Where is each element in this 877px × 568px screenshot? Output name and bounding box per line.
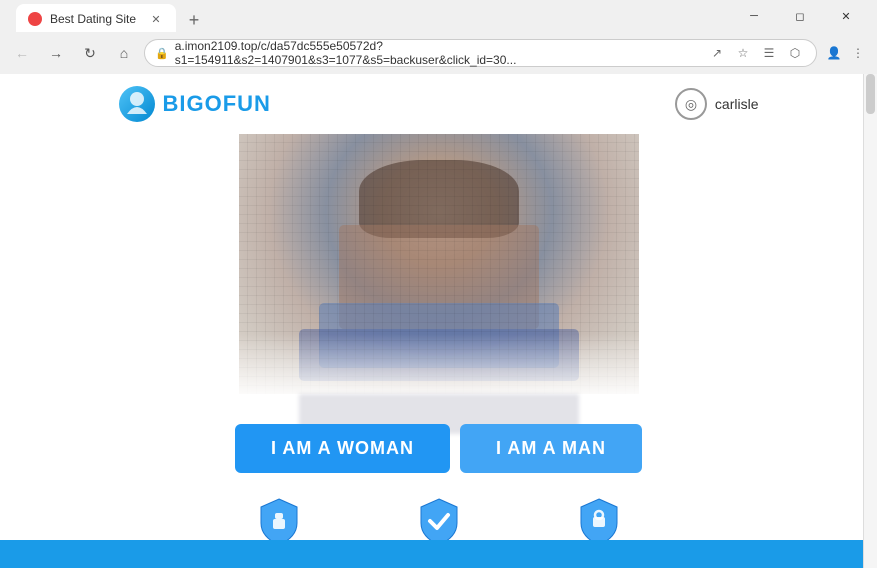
address-bar[interactable]: 🔒 a.imon2109.top/c/da57dc555e50572d?s1=1… xyxy=(144,39,817,67)
page-content: BIGOFUN ◎ carlisle xyxy=(0,74,877,568)
browser-tab[interactable]: Best Dating Site ✕ xyxy=(16,4,176,34)
address-bar-actions: ↗ ☆ ☰ ⬡ xyxy=(706,42,806,64)
bottom-cta-bar xyxy=(0,540,877,568)
new-tab-button[interactable]: + xyxy=(180,6,208,34)
tab-close-button[interactable]: ✕ xyxy=(148,11,164,27)
refresh-button[interactable]: ↻ xyxy=(76,39,104,67)
maximize-button[interactable]: ◻ xyxy=(777,0,823,32)
home-button[interactable]: ⌂ xyxy=(110,39,138,67)
browser-window: Best Dating Site ✕ + ─ ◻ ✕ ← → ↻ xyxy=(0,0,877,568)
user-info: ◎ carlisle xyxy=(675,88,759,120)
profile-button[interactable]: 👤 xyxy=(823,42,845,64)
toolbar-icons: 👤 ⋮ xyxy=(823,42,869,64)
title-bar: Best Dating Site ✕ + ─ ◻ ✕ xyxy=(0,0,877,32)
tab-title: Best Dating Site xyxy=(50,12,136,26)
security-lock-icon: 🔒 xyxy=(155,47,169,60)
back-button[interactable]: ← xyxy=(8,39,36,67)
logo-text: BIGOFUN xyxy=(163,91,271,117)
logo-area: BIGOFUN xyxy=(119,86,271,122)
bookmark-icon[interactable]: ☆ xyxy=(732,42,754,64)
close-button[interactable]: ✕ xyxy=(823,0,869,32)
settings-button[interactable]: ⋮ xyxy=(847,42,869,64)
site-header: BIGOFUN ◎ carlisle xyxy=(99,74,779,134)
scrollbar[interactable] xyxy=(863,74,877,568)
forward-button[interactable]: → xyxy=(42,39,70,67)
main-image-container xyxy=(239,134,639,434)
gender-buttons-row: I AM A WOMAN I AM A MAN xyxy=(99,424,779,473)
username-text: carlisle xyxy=(715,96,759,112)
camera-icon: ◎ xyxy=(675,88,707,120)
share-icon[interactable]: ↗ xyxy=(706,42,728,64)
blurred-profile-image xyxy=(239,134,639,394)
logo-bigo: BIGO xyxy=(163,91,223,116)
scrollbar-thumb[interactable] xyxy=(866,74,875,114)
i-am-a-woman-button[interactable]: I AM A WOMAN xyxy=(235,424,450,473)
read-mode-icon[interactable]: ☰ xyxy=(758,42,780,64)
page-inner: BIGOFUN ◎ carlisle xyxy=(99,74,779,568)
tab-favicon xyxy=(28,12,42,26)
extensions-icon[interactable]: ⬡ xyxy=(784,42,806,64)
image-fade xyxy=(239,334,639,394)
minimize-button[interactable]: ─ xyxy=(731,0,777,32)
window-controls: ─ ◻ ✕ xyxy=(731,0,869,32)
browser-toolbar: ← → ↻ ⌂ 🔒 a.imon2109.top/c/da57dc555e505… xyxy=(0,32,877,74)
logo-fun: FUN xyxy=(223,91,271,116)
i-am-a-man-button[interactable]: I AM A MAN xyxy=(460,424,642,473)
logo-icon xyxy=(119,86,155,122)
url-text: a.imon2109.top/c/da57dc555e50572d?s1=154… xyxy=(175,39,700,67)
